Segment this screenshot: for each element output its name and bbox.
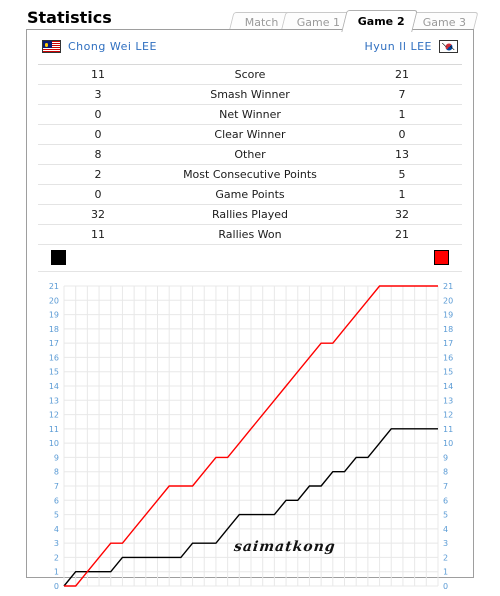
row-label: Net Winner — [158, 104, 342, 125]
row-label: Most Consecutive Points — [158, 164, 342, 185]
y-axis-right-tick-label: 6 — [443, 496, 448, 505]
row-label: Game Points — [158, 184, 342, 205]
statistics-page: Statistics Match Game 1 Game 2 Game 3 Ch… — [0, 0, 500, 596]
y-axis-right-tick-label: 0 — [443, 582, 448, 591]
y-axis-right-tick-label: 14 — [443, 382, 453, 391]
y-axis-left-tick-label: 9 — [54, 453, 59, 462]
chart-legend — [38, 245, 462, 272]
row-left-value: 0 — [38, 124, 158, 145]
tab-game-2-label: Game 2 — [357, 15, 405, 28]
row-left-value: 3 — [38, 84, 158, 105]
y-axis-left-tick-label: 16 — [49, 353, 59, 362]
table-row: 2 Most Consecutive Points 5 — [38, 164, 462, 185]
legend-swatch-left — [51, 250, 66, 265]
page-title: Statistics — [27, 8, 112, 27]
y-axis-right-tick-label: 10 — [443, 439, 453, 448]
y-axis-right-tick-label: 7 — [443, 482, 448, 491]
statistics-table: 11 Score 21 3 Smash Winner 7 0 Net Winne… — [38, 65, 462, 245]
y-axis-left-tick-label: 21 — [49, 282, 59, 291]
row-left-value: 2 — [38, 164, 158, 185]
y-axis-right-tick-label: 11 — [443, 425, 453, 434]
y-axis-left-tick-label: 19 — [49, 311, 59, 320]
y-axis-right-tick-label: 9 — [443, 453, 448, 462]
y-axis-right-tick-label: 18 — [443, 325, 453, 334]
row-left-value: 11 — [38, 65, 158, 85]
rally-progression-chart: 0 0 1 1 2 2 3 3 4 4 5 5 6 6 7 7 8 8 9 9 10 10 11 11 12 12 13 13 14 14… — [38, 278, 462, 596]
row-right-value: 7 — [342, 84, 462, 105]
player-right-name: Hyun Il LEE — [364, 40, 432, 53]
table-row: 32 Rallies Played 32 — [38, 204, 462, 225]
y-axis-right-tick-label: 15 — [443, 368, 453, 377]
y-axis-left-tick-label: 18 — [49, 325, 59, 334]
y-axis-left-tick-label: 2 — [54, 553, 59, 562]
y-axis-left-tick-label: 13 — [49, 396, 59, 405]
south-korea-flag-icon — [439, 40, 458, 53]
y-axis-left-tick-label: 15 — [49, 368, 59, 377]
row-right-value: 32 — [342, 204, 462, 225]
y-axis-right-tick-label: 12 — [443, 411, 453, 420]
y-axis-right-tick-label: 19 — [443, 311, 453, 320]
legend-swatch-right — [434, 250, 449, 265]
y-axis-right-tick-label: 8 — [443, 468, 448, 477]
table-row: 3 Smash Winner 7 — [38, 84, 462, 105]
y-axis-right-tick-label: 1 — [443, 568, 448, 577]
row-left-value: 0 — [38, 184, 158, 205]
y-axis-left-tick-label: 1 — [54, 568, 59, 577]
row-right-value: 1 — [342, 184, 462, 205]
y-axis-right-tick-label: 4 — [443, 525, 448, 534]
row-right-value: 5 — [342, 164, 462, 185]
y-axis-left-tick-label: 14 — [49, 382, 59, 391]
y-axis-right-tick-label: 2 — [443, 553, 448, 562]
y-axis-right-tick-label: 13 — [443, 396, 453, 405]
tab-game-2[interactable]: Game 2 — [341, 10, 418, 32]
row-right-value: 21 — [342, 65, 462, 85]
statistics-table-body: 11 Score 21 3 Smash Winner 7 0 Net Winne… — [38, 65, 462, 245]
row-left-value: 11 — [38, 224, 158, 245]
malaysia-flag-icon — [42, 40, 61, 53]
table-row: 0 Clear Winner 0 — [38, 124, 462, 145]
y-axis-left-tick-label: 4 — [54, 525, 59, 534]
y-axis-left-tick-label: 3 — [54, 539, 59, 548]
y-axis-left-tick-label: 6 — [54, 496, 59, 505]
row-right-value: 0 — [342, 124, 462, 145]
row-left-value: 0 — [38, 104, 158, 125]
statistics-panel: Chong Wei LEE Hyun Il LEE 11 Score 21 3 … — [26, 29, 474, 591]
y-axis-left-tick-label: 11 — [49, 425, 59, 434]
table-row: 11 Score 21 — [38, 65, 462, 85]
row-label: Score — [158, 65, 342, 85]
y-axis-right-tick-label: 5 — [443, 511, 448, 520]
row-right-value: 1 — [342, 104, 462, 125]
chart-canvas: 0 01 12 23 34 45 56 67 78 89 910 1011 1112 1213 1314 14… — [49, 282, 453, 591]
y-axis-right-tick-label: 17 — [443, 339, 453, 348]
row-right-value: 21 — [342, 224, 462, 245]
row-label: Smash Winner — [158, 84, 342, 105]
row-left-value: 8 — [38, 144, 158, 165]
row-label: Rallies Played — [158, 204, 342, 225]
row-label: Other — [158, 144, 342, 165]
y-axis-right-tick-label: 20 — [443, 296, 453, 305]
y-axis-left-tick-label: 5 — [54, 511, 59, 520]
y-axis-left-tick-label: 17 — [49, 339, 59, 348]
table-row: 0 Game Points 1 — [38, 184, 462, 205]
y-axis-left-tick-label: 10 — [49, 439, 59, 448]
y-axis-left-tick-label: 12 — [49, 411, 59, 420]
player-right[interactable]: Hyun Il LEE — [364, 40, 458, 53]
y-axis-left-tick-label: 20 — [49, 296, 59, 305]
y-axis-right-tick-label: 16 — [443, 353, 453, 362]
table-row: 8 Other 13 — [38, 144, 462, 165]
y-axis-right-tick-label: 21 — [443, 282, 453, 291]
row-label: Rallies Won — [158, 224, 342, 245]
row-left-value: 32 — [38, 204, 158, 225]
player-left[interactable]: Chong Wei LEE — [42, 40, 157, 53]
y-axis-left-tick-label: 8 — [54, 468, 59, 477]
y-axis-left-tick-label: 0 — [54, 582, 59, 591]
row-label: Clear Winner — [158, 124, 342, 145]
y-axis-left-tick-label: 7 — [54, 482, 59, 491]
players-bar: Chong Wei LEE Hyun Il LEE — [38, 39, 462, 65]
y-axis-right-tick-label: 3 — [443, 539, 448, 548]
table-row: 11 Rallies Won 21 — [38, 224, 462, 245]
table-row: 0 Net Winner 1 — [38, 104, 462, 125]
row-right-value: 13 — [342, 144, 462, 165]
player-left-name: Chong Wei LEE — [68, 40, 157, 53]
